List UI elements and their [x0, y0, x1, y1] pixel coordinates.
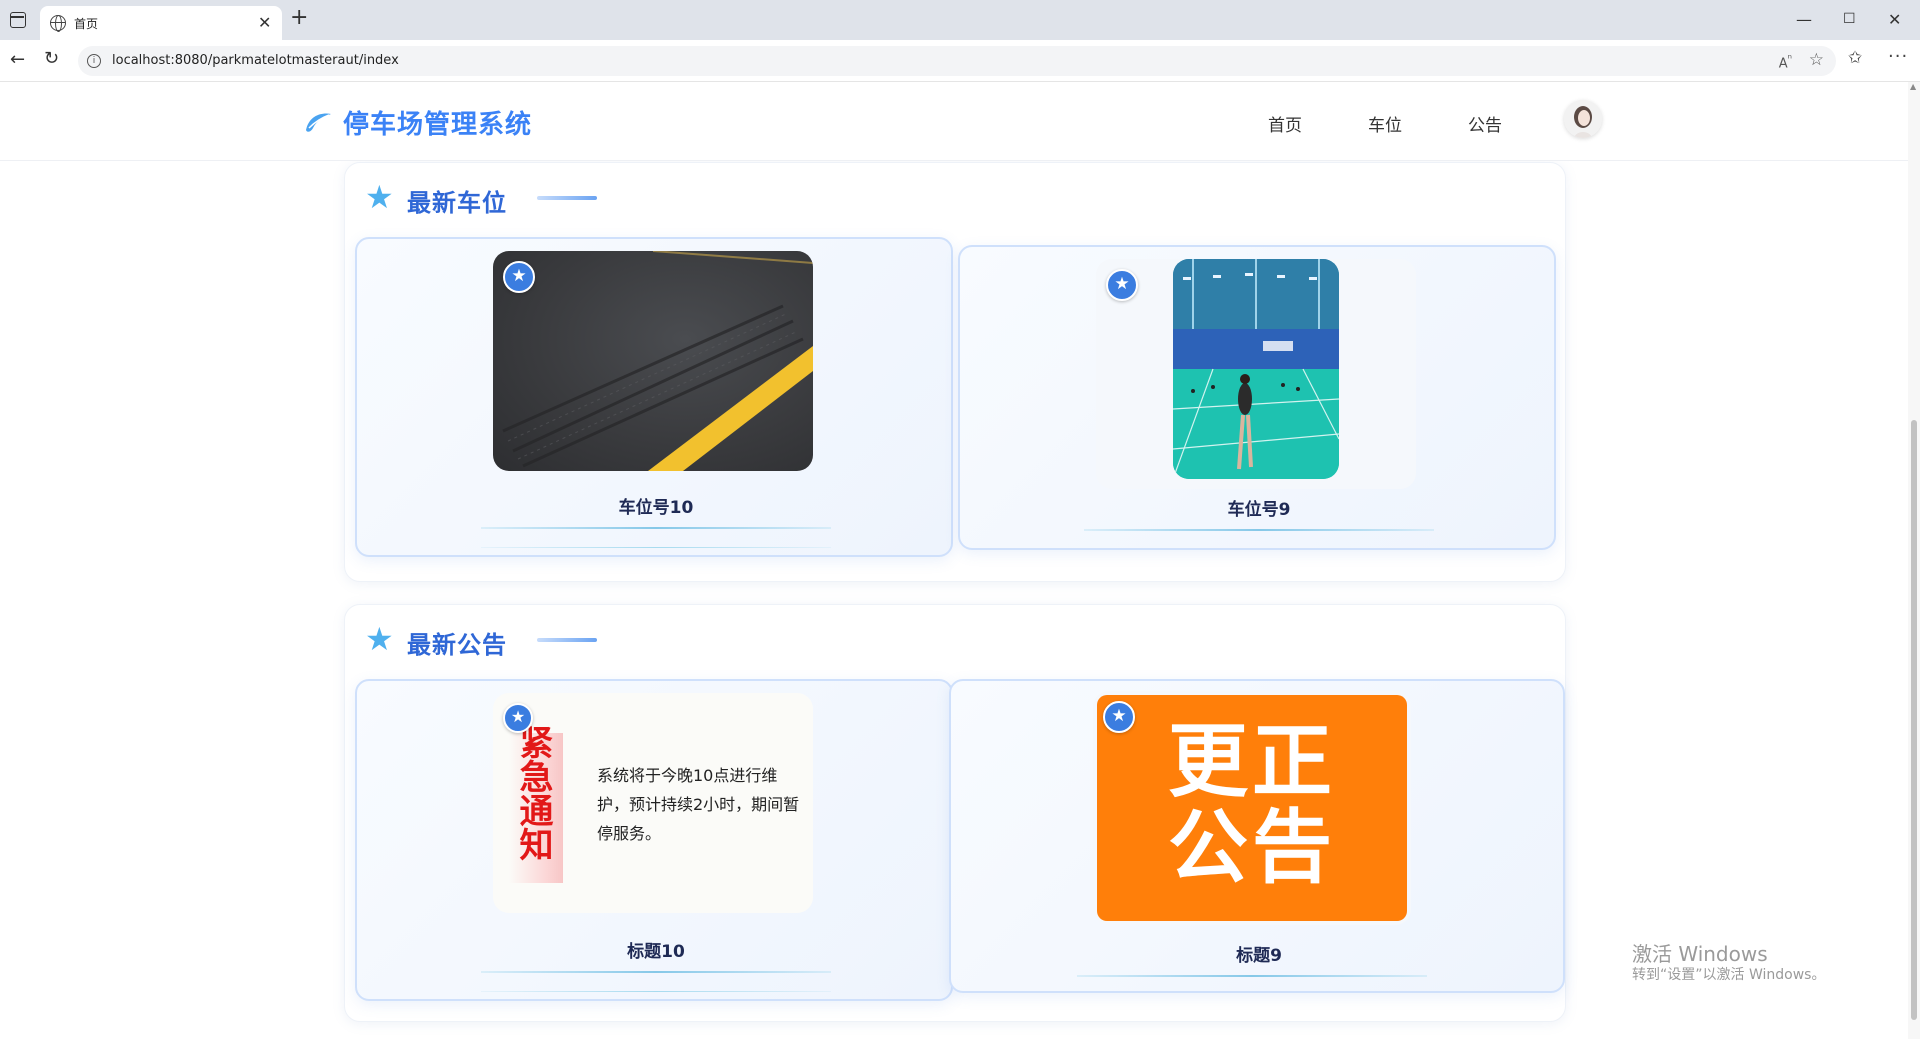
label-underline: [1084, 529, 1434, 531]
windows-activation-hint: 转到“设置”以激活 Windows。: [1632, 967, 1826, 983]
favorites-icon[interactable]: ✩: [1848, 48, 1862, 68]
announcement-image[interactable]: 更正 公告: [1097, 695, 1407, 921]
tab-title: 首页: [74, 17, 99, 31]
maximize-icon[interactable]: ☐: [1843, 11, 1856, 27]
announcement-image[interactable]: 紧急通知 系统将于今晚10点进行维护，预计持续2小时，期间暂停服务。: [493, 693, 813, 913]
windows-activation-title: 激活 Windows: [1632, 942, 1768, 966]
label-underline: [481, 971, 831, 973]
star-badge-icon: ★: [503, 261, 535, 293]
space-image[interactable]: [1173, 259, 1339, 479]
label-underline-2: [481, 547, 831, 548]
star-badge-icon: ★: [1106, 269, 1138, 301]
read-aloud-icon[interactable]: Aⁿ: [1779, 52, 1792, 71]
section-title: 最新车位: [407, 189, 507, 217]
brand-title[interactable]: 停车场管理系统: [343, 104, 532, 141]
sidebar-toggle-icon[interactable]: [10, 12, 26, 28]
star-badge-icon: ★: [1103, 701, 1135, 733]
site-info-icon[interactable]: i: [87, 54, 101, 68]
nav-parking-spaces[interactable]: 车位: [1368, 111, 1402, 136]
notice-vertical-text: 紧急通知: [513, 725, 553, 861]
back-icon[interactable]: ←: [10, 49, 25, 70]
title-decoration: [537, 196, 597, 200]
space-image[interactable]: [493, 251, 813, 471]
avatar[interactable]: [1564, 100, 1602, 138]
reload-icon[interactable]: ↻: [44, 48, 59, 69]
url-text[interactable]: localhost:8080/parkmatelotmasteraut/inde…: [112, 53, 399, 68]
announcement-card[interactable]: 紧急通知 系统将于今晚10点进行维护，预计持续2小时，期间暂停服务。 ★ 标题1…: [355, 679, 953, 1001]
label-underline: [481, 527, 831, 529]
title-decoration: [537, 638, 597, 642]
scroll-thumb[interactable]: [1911, 420, 1917, 1020]
more-menu-icon[interactable]: ···: [1888, 46, 1908, 67]
globe-icon: [50, 15, 66, 32]
space-label[interactable]: 车位号9: [960, 495, 1558, 520]
browser-tab-bar: 首页 ✕ + — ☐ ✕: [0, 0, 1920, 40]
leaf-logo-icon: [306, 113, 331, 132]
address-bar: ← ↻ i localhost:8080/parkmatelotmasterau…: [0, 40, 1920, 82]
section-title: 最新公告: [407, 631, 507, 659]
star-icon: ★: [365, 178, 394, 216]
announcement-label[interactable]: 标题9: [951, 941, 1567, 966]
add-favorite-icon[interactable]: ☆: [1809, 50, 1824, 70]
page-viewport: 停车场管理系统 首页 车位 公告 ★ 最新车位 ★ 车位号10 ★ 车位号9 ★…: [0, 82, 1920, 1039]
close-tab-icon[interactable]: ✕: [258, 13, 271, 32]
latest-announcements-section: ★ 最新公告 紧急通知 系统将于今晚10点进行维护，预计持续2小时，期间暂停服务…: [344, 604, 1566, 1022]
site-header: 停车场管理系统 首页 车位 公告: [0, 82, 1908, 161]
announcement-label[interactable]: 标题10: [357, 937, 955, 962]
nav-home[interactable]: 首页: [1268, 111, 1302, 136]
star-icon: ★: [365, 620, 394, 658]
notice-body: 系统将于今晚10点进行维护，预计持续2小时，期间暂停服务。: [597, 766, 800, 843]
minimize-icon[interactable]: —: [1796, 10, 1812, 29]
scroll-up-icon[interactable]: ▲: [1910, 82, 1916, 91]
label-underline-2: [481, 991, 831, 992]
correction-line1: 更正: [1168, 714, 1336, 808]
nav-announcements[interactable]: 公告: [1468, 111, 1502, 136]
url-field[interactable]: i localhost:8080/parkmatelotmasteraut/in…: [78, 46, 1836, 76]
announcement-image-frame: 更正 公告: [1093, 691, 1411, 925]
latest-spaces-section: ★ 最新车位 ★ 车位号10 ★ 车位号9: [344, 162, 1566, 582]
window-close-icon[interactable]: ✕: [1888, 10, 1901, 29]
announcement-card[interactable]: 更正 公告 ★ 标题9: [949, 679, 1565, 993]
star-badge-icon: ★: [503, 703, 533, 733]
space-card[interactable]: ★ 车位号9: [958, 245, 1556, 550]
new-tab-icon[interactable]: +: [290, 7, 308, 29]
space-card[interactable]: ★ 车位号10: [355, 237, 953, 557]
page-scrollbar[interactable]: ▲: [1908, 82, 1920, 1039]
correction-line2: 公告: [1168, 800, 1336, 894]
space-label[interactable]: 车位号10: [357, 493, 955, 518]
space-image-frame: [1096, 259, 1416, 489]
label-underline: [1077, 975, 1427, 977]
browser-tab[interactable]: 首页 ✕: [40, 6, 282, 40]
